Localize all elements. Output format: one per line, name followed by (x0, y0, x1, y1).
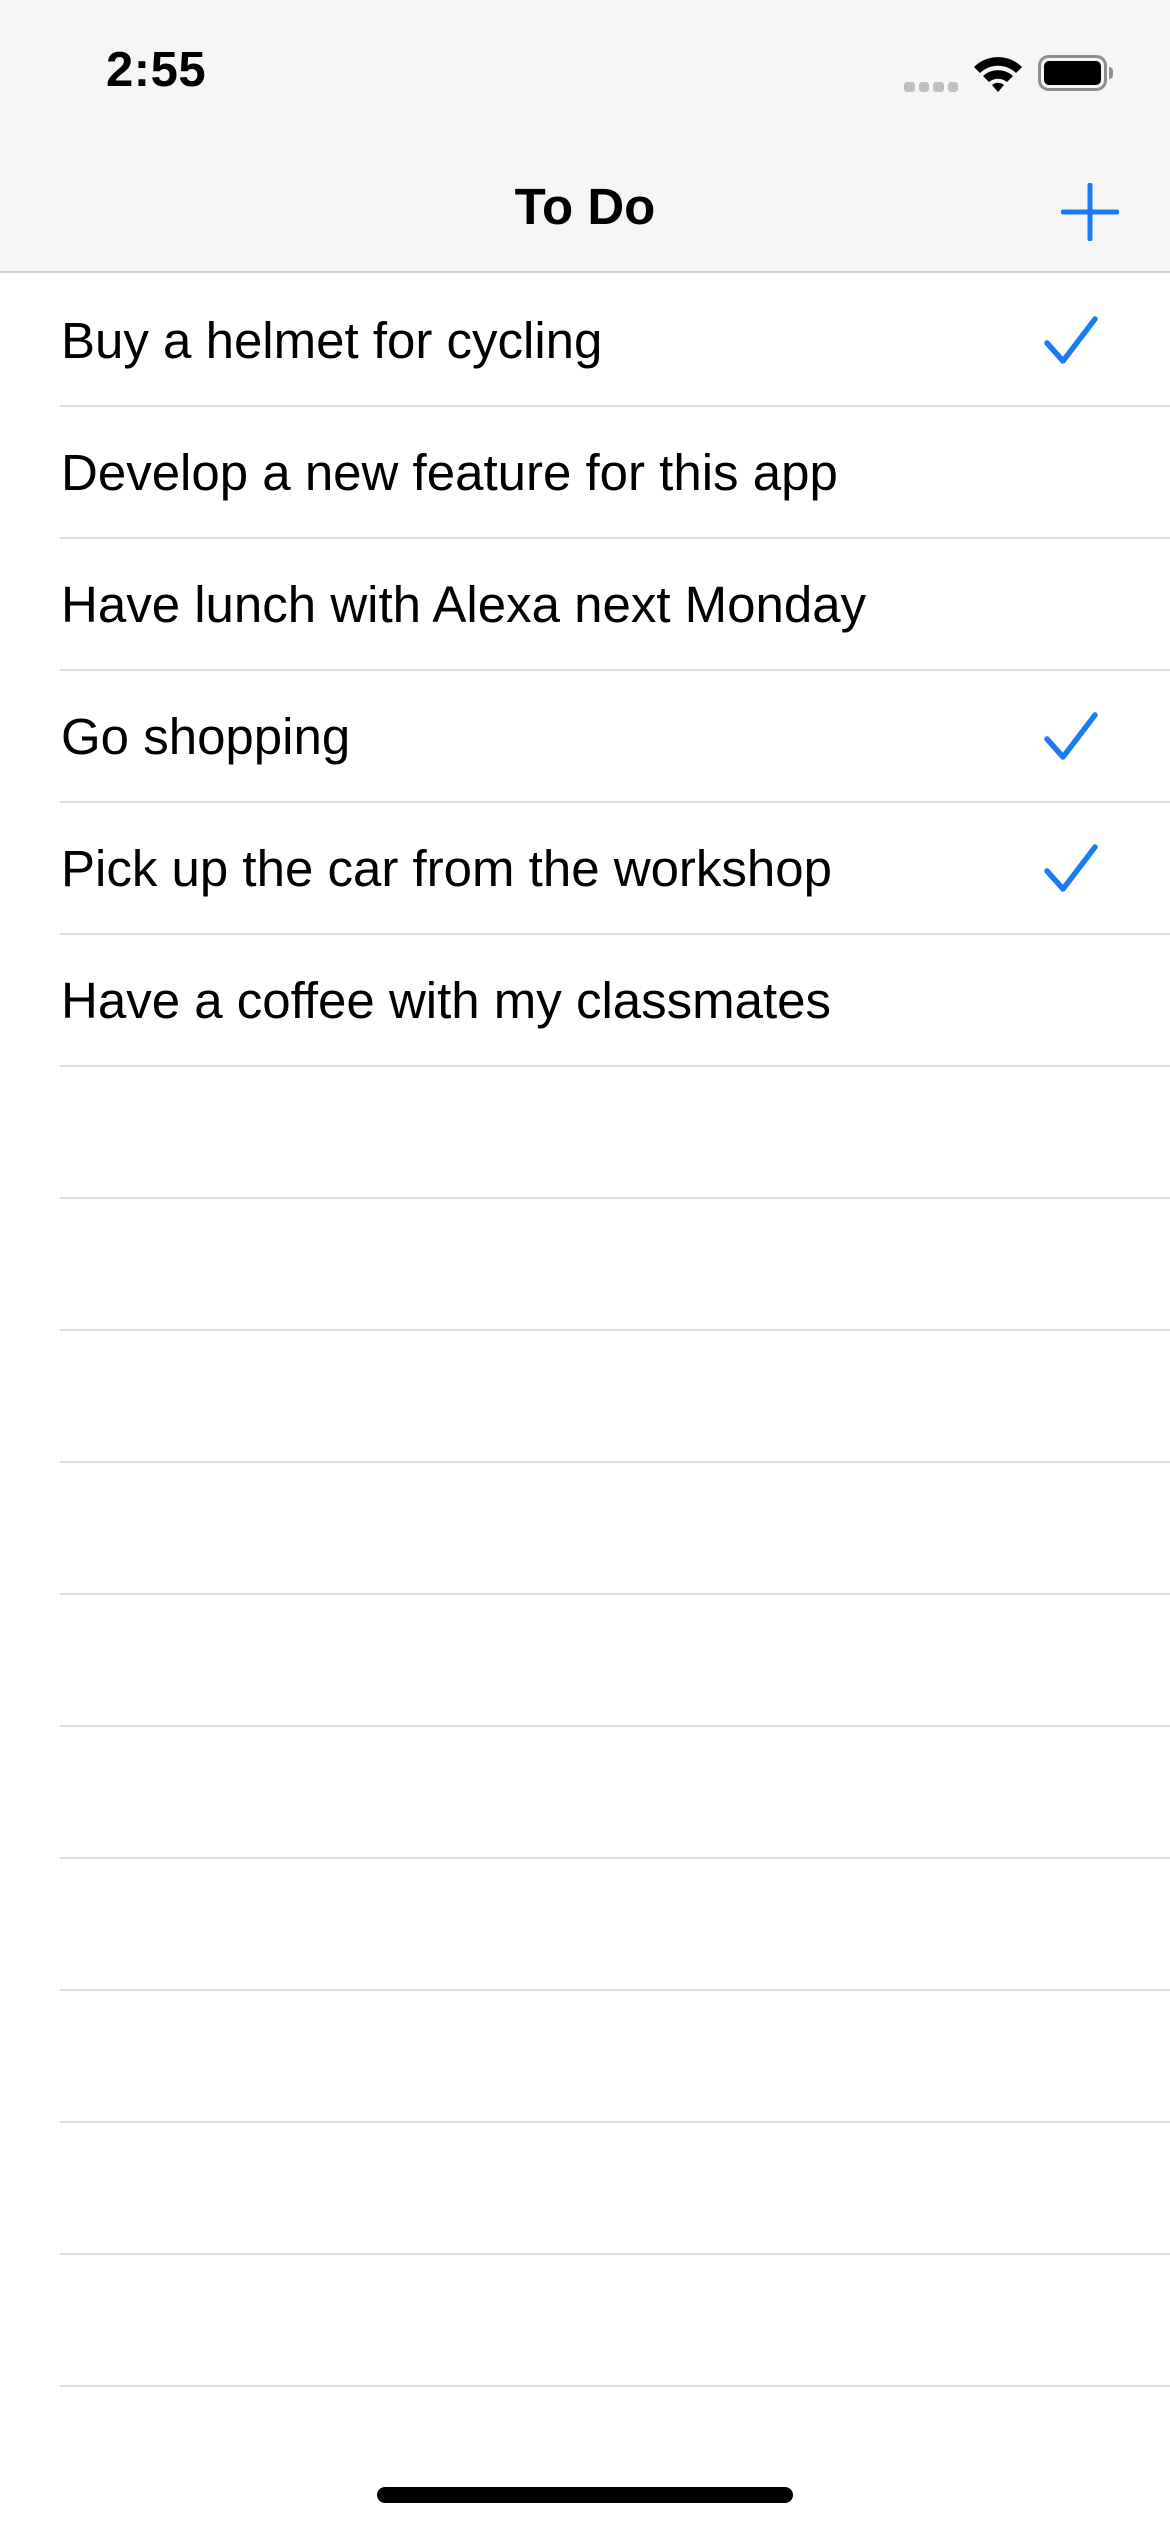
empty-row (0, 2123, 1170, 2255)
checkmark-icon (1044, 844, 1098, 892)
todo-label: Develop a new feature for this app (61, 444, 838, 501)
wifi-icon (974, 57, 1022, 92)
todo-row[interactable]: Pick up the car from the workshop (0, 803, 1170, 935)
home-indicator[interactable] (377, 2487, 793, 2503)
empty-row (0, 1595, 1170, 1727)
plus-icon (1061, 183, 1119, 241)
todo-row[interactable]: Develop a new feature for this app (0, 407, 1170, 539)
empty-row (0, 1463, 1170, 1595)
todo-row[interactable]: Buy a helmet for cycling (0, 275, 1170, 407)
todo-label: Have lunch with Alexa next Monday (61, 576, 867, 633)
add-todo-button[interactable] (1050, 172, 1130, 252)
todo-row[interactable]: Have lunch with Alexa next Monday (0, 539, 1170, 671)
empty-row (0, 1199, 1170, 1331)
empty-row (0, 2255, 1170, 2387)
row-separator (60, 2385, 1170, 2387)
signal-icon (904, 82, 958, 94)
todo-label: Go shopping (61, 708, 351, 765)
status-time: 2:55 (106, 43, 207, 97)
todo-label: Pick up the car from the workshop (61, 840, 833, 897)
empty-row (0, 1331, 1170, 1463)
top-bar: 2:55 To Do (0, 0, 1170, 273)
empty-row (0, 1067, 1170, 1199)
todo-row[interactable]: Go shopping (0, 671, 1170, 803)
todo-label: Have a coffee with my classmates (61, 972, 832, 1029)
empty-row (0, 1859, 1170, 1991)
checkmark-icon (1044, 316, 1098, 364)
todo-list: Buy a helmet for cycling Develop a new fe… (0, 275, 1170, 2387)
empty-row (0, 1991, 1170, 2123)
empty-row (0, 1727, 1170, 1859)
battery-icon (1038, 55, 1113, 91)
todo-screen: 2:55 To Do Buy a helmet for cycling Devel… (0, 0, 1170, 2532)
checkmark-icon (1044, 712, 1098, 760)
todo-row[interactable]: Have a coffee with my classmates (0, 935, 1170, 1067)
todo-label: Buy a helmet for cycling (61, 312, 603, 369)
page-title: To Do (514, 178, 656, 235)
